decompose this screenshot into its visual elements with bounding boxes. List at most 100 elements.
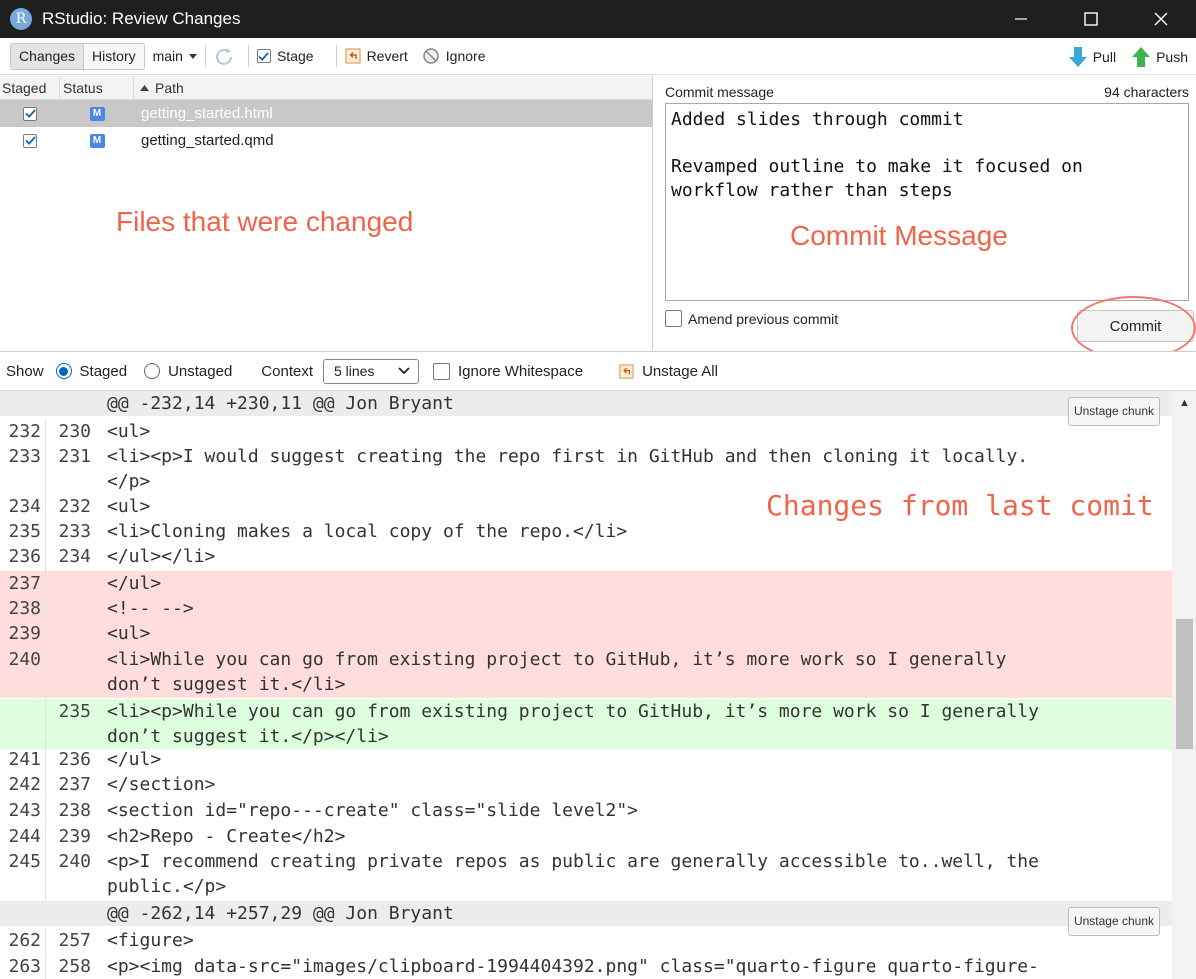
new-line-number [46, 596, 99, 621]
diff-line-text: </ul></li> [107, 546, 216, 567]
revert-icon [345, 48, 361, 64]
deleted-line: 239 <ul> [0, 621, 1172, 646]
push-arrow-icon [1132, 46, 1151, 67]
branch-dropdown[interactable]: main [153, 48, 197, 64]
ignore-whitespace-toggle[interactable]: Ignore Whitespace [433, 362, 583, 380]
scroll-thumb[interactable] [1176, 619, 1193, 749]
radio-selected-icon [55, 363, 72, 379]
close-button[interactable] [1126, 0, 1196, 38]
context-lines-select[interactable]: 5 lines [323, 358, 419, 384]
close-icon [1154, 12, 1168, 26]
diff-line: 244 239 <h2>Repo - Create</h2> [0, 824, 1172, 849]
minimize-button[interactable] [986, 0, 1056, 38]
new-line-number [46, 647, 99, 698]
hunk-header: @@ -262,14 +257,29 @@ Jon Bryant Unstage… [0, 901, 1172, 936]
unstage-all-button[interactable]: Unstage All [619, 363, 718, 380]
diff-line: 263 258 <p><img data-src="images/clipboa… [0, 954, 1172, 979]
column-header-path[interactable]: Path [134, 80, 184, 96]
revert-button[interactable]: Revert [345, 48, 408, 64]
hunk-header-text: @@ -262,14 +257,29 @@ Jon Bryant [107, 903, 454, 924]
pull-arrow-icon [1068, 46, 1087, 67]
modified-status-icon: M [89, 133, 105, 148]
old-line-number: 262 [0, 928, 46, 953]
tab-changes[interactable]: Changes [11, 43, 84, 69]
new-line-number: 236 [58, 749, 91, 770]
rstudio-icon: R [10, 8, 32, 30]
diff-line: 262 257 <figure> [0, 928, 1172, 953]
scroll-up-arrow-icon[interactable]: ▲ [1179, 397, 1190, 409]
new-line-number: 239 [58, 826, 91, 847]
amend-label: Amend previous commit [688, 310, 839, 327]
old-line-number: 239 [0, 621, 46, 646]
diff-line: 242 237 </section> [0, 772, 1172, 797]
amend-previous-commit[interactable]: Amend previous commit [665, 310, 838, 327]
ignore-label: Ignore [445, 48, 486, 64]
diff-line-text: <li><p>I would suggest creating the repo… [107, 446, 1029, 492]
diff-line-text: <p><img data-src="images/clipboard-19944… [107, 956, 1039, 977]
show-unstaged-radio[interactable]: Unstaged [144, 363, 232, 380]
stage-label: Stage [276, 48, 314, 64]
commit-message-input[interactable]: Added slides through commit Revamped out… [665, 103, 1189, 301]
ignore-button[interactable]: Ignore [422, 47, 486, 65]
hunk-header: @@ -232,14 +230,11 @@ Jon Bryant Unstage… [0, 391, 1172, 426]
tab-history[interactable]: History [83, 43, 144, 69]
diff-line-text: <!-- --> [107, 598, 194, 619]
minimize-icon [1015, 18, 1027, 20]
diff-line: 232 230 <ul> [0, 419, 1172, 444]
show-staged-radio[interactable]: Staged [55, 362, 128, 380]
maximize-button[interactable] [1056, 0, 1126, 38]
diff-toolbar: Show Staged Unstaged Context 5 lines Ign… [0, 351, 1196, 391]
commit-pane: Commit message 94 characters Added slide… [654, 76, 1196, 360]
new-line-number: 234 [58, 546, 91, 567]
old-line-number: 232 [0, 419, 46, 444]
column-header-staged[interactable]: Staged [0, 76, 60, 99]
old-line-number: 243 [0, 798, 46, 823]
new-line-number: 237 [58, 774, 91, 795]
diff-line-text: <ul> [107, 623, 151, 644]
pull-button[interactable]: Pull [1068, 46, 1116, 67]
hunk-header-text: @@ -232,14 +230,11 @@ Jon Bryant [107, 393, 454, 414]
character-count: 94 characters [1104, 84, 1189, 100]
changed-files-pane: Staged Status Path M getting_started.htm… [0, 76, 653, 350]
diff-line-text: </ul> [107, 573, 162, 594]
amend-checkbox[interactable] [665, 310, 682, 327]
ignore-whitespace-checkbox[interactable] [433, 362, 450, 380]
file-row[interactable]: M getting_started.html [0, 100, 652, 127]
stage-checkbox-icon [256, 49, 271, 63]
old-line-number: 238 [0, 596, 46, 621]
diff-line: 236 234 </ul></li> [0, 544, 1172, 571]
file-staged-checkbox[interactable] [23, 133, 37, 148]
path-header-label: Path [155, 79, 184, 96]
new-line-number: 258 [58, 956, 91, 977]
file-staged-checkbox[interactable] [23, 106, 37, 121]
maximize-icon [1084, 12, 1098, 26]
column-header-status[interactable]: Status [60, 76, 134, 99]
diff-line-text: <li>Cloning makes a local copy of the re… [107, 521, 628, 542]
diff-line-text: </ul> [107, 749, 162, 770]
new-line-number: 238 [58, 800, 91, 821]
stage-button[interactable]: Stage [256, 48, 314, 64]
file-row[interactable]: M getting_started.qmd [0, 127, 652, 154]
revert-label: Revert [366, 48, 408, 64]
old-line-number: 263 [0, 954, 46, 979]
file-path: getting_started.html [141, 105, 273, 122]
show-label: Show [6, 362, 44, 380]
push-button[interactable]: Push [1132, 46, 1188, 67]
old-line-number: 235 [0, 519, 46, 544]
diff-line-text: <li>While you can go from existing proje… [107, 649, 1007, 695]
new-line-number: 257 [58, 930, 91, 951]
diff-scrollbar[interactable]: ▲ [1172, 391, 1196, 979]
refresh-button[interactable] [214, 46, 234, 66]
unstaged-radio-label: Unstaged [168, 362, 233, 380]
context-value: 5 lines [334, 363, 375, 379]
old-line-number: 234 [0, 494, 46, 519]
diff-line-text: <ul> [107, 421, 151, 442]
commit-message-label: Commit message [665, 84, 774, 100]
diff-line: 233 231 <li><p>I would suggest creating … [0, 444, 1172, 494]
diff-line: 241 236 </ul> [0, 747, 1172, 772]
staged-radio-label: Staged [79, 362, 128, 380]
new-line-number: 232 [58, 496, 91, 517]
old-line-number: 233 [0, 444, 46, 494]
push-label: Push [1156, 48, 1188, 65]
old-line-number: 245 [0, 849, 46, 901]
